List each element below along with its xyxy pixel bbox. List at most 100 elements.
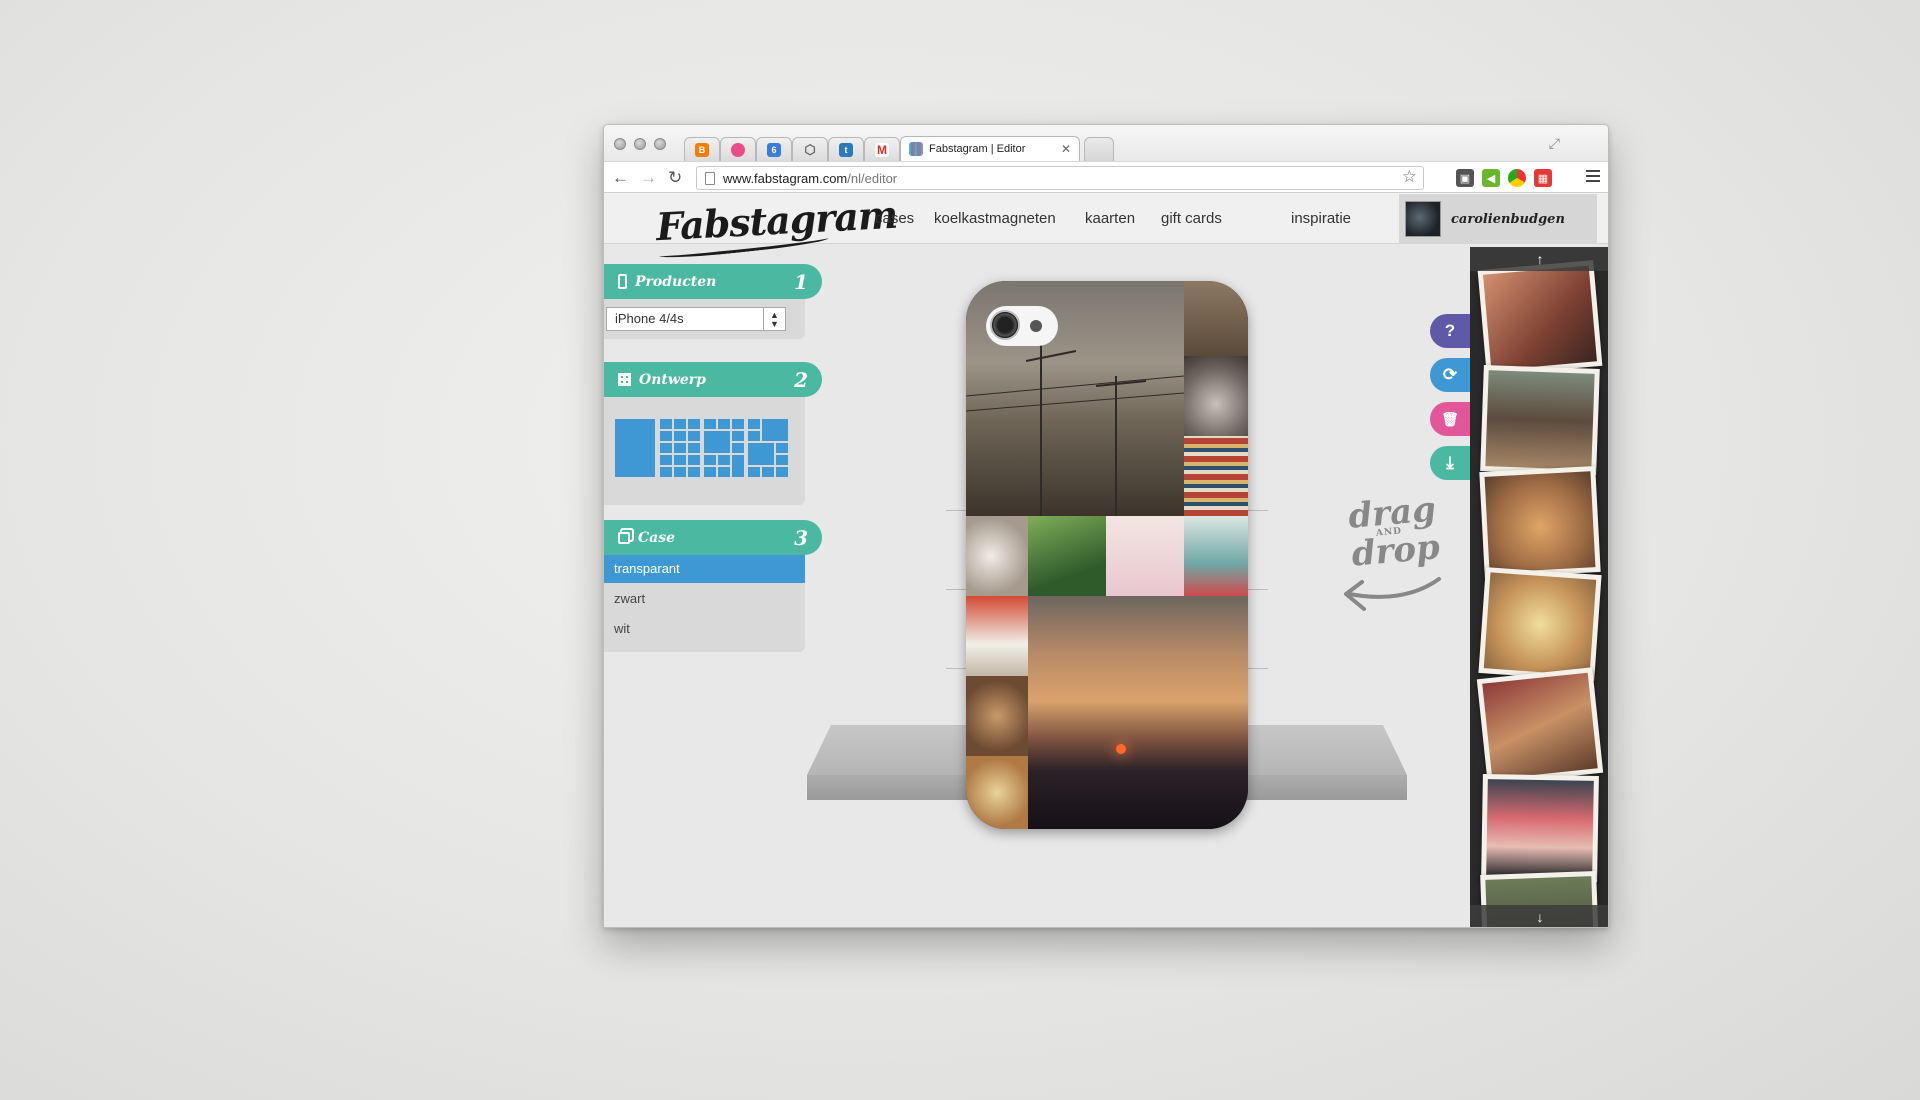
phone-case-preview[interactable] xyxy=(966,281,1248,829)
case-option-transparant[interactable]: transparant xyxy=(604,555,805,583)
case-option-zwart[interactable]: zwart xyxy=(604,585,805,613)
step-label: Ontwerp xyxy=(639,371,706,388)
reload-icon[interactable]: ↻ xyxy=(668,168,682,188)
photo-tile-garden[interactable] xyxy=(1028,516,1106,596)
fullscreen-icon[interactable]: ⤢ xyxy=(1549,135,1560,152)
step-number: 1 xyxy=(794,269,808,294)
twitter-icon: t xyxy=(839,142,853,157)
step-case-header[interactable]: Case 3 xyxy=(604,520,822,555)
user-menu[interactable]: carolienbudgen xyxy=(1399,194,1597,244)
case-icon xyxy=(618,531,630,544)
grid-icon xyxy=(618,373,631,386)
codepen-icon: ⬡ xyxy=(804,141,816,157)
selected-model: iPhone 4/4s xyxy=(615,311,684,326)
blogger-icon: B xyxy=(695,142,709,157)
tab-calendar[interactable]: 6 xyxy=(756,137,792,161)
close-tab-icon[interactable]: ✕ xyxy=(1061,142,1071,156)
phone-icon xyxy=(618,274,627,289)
photo-tile-cat[interactable] xyxy=(966,676,1028,756)
tab-title: Fabstagram | Editor xyxy=(929,143,1026,155)
tab-twitter[interactable]: t xyxy=(828,137,864,161)
step-ontwerp-header[interactable]: Ontwerp 2 xyxy=(604,362,822,397)
url-text: www.fabstagram.com/nl/editor xyxy=(723,170,898,186)
photo-tile-jar[interactable] xyxy=(1184,356,1248,436)
photo-tile-tin[interactable] xyxy=(1184,516,1248,596)
camera-lens-icon xyxy=(990,310,1020,340)
page-icon xyxy=(705,171,715,185)
menu-icon[interactable] xyxy=(1586,170,1600,185)
gmail-icon: M xyxy=(875,142,889,157)
nav-gift-cards[interactable]: gift cards xyxy=(1161,210,1222,227)
zoom-window-button[interactable] xyxy=(654,138,666,150)
bookmark-star-icon[interactable]: ☆ xyxy=(1402,167,1417,187)
tab-codepen[interactable]: ⬡ xyxy=(792,137,828,161)
help-button[interactable]: ? xyxy=(1430,314,1470,348)
photo-tile-sunset[interactable] xyxy=(1028,596,1248,829)
username: carolienbudgen xyxy=(1451,211,1565,227)
step-producten-header[interactable]: Producten 1 xyxy=(604,264,822,299)
photo-tile-breakfast[interactable] xyxy=(966,516,1028,596)
camera-flash-icon xyxy=(1030,320,1042,332)
step-number: 2 xyxy=(794,367,808,392)
tab-gmail[interactable]: M xyxy=(864,137,900,161)
grid-extension-icon[interactable]: ▦ xyxy=(1534,169,1552,187)
photo-tile-card[interactable] xyxy=(1106,516,1184,596)
photo-thumbnail[interactable] xyxy=(1480,365,1600,475)
refresh-button[interactable]: ⟳ xyxy=(1430,358,1470,392)
layout-grid-option[interactable] xyxy=(660,419,700,477)
step-producten-body: iPhone 4/4s ▲ ▼ xyxy=(604,299,805,339)
sound-extension-icon[interactable]: ◀ xyxy=(1482,169,1500,187)
layout-mixed-option[interactable] xyxy=(704,419,744,477)
sun-shape xyxy=(1116,744,1126,754)
photo-thumbnail[interactable] xyxy=(1478,567,1602,681)
avatar xyxy=(1405,201,1441,237)
minimize-window-button[interactable] xyxy=(634,138,646,150)
step-case-body: transparant zwart wit xyxy=(604,555,805,652)
site-header: Fabstagram cases koelkastmagneten kaarte… xyxy=(604,192,1608,261)
layout-collage-option[interactable] xyxy=(748,419,788,477)
select-arrows-icon: ▲ ▼ xyxy=(763,308,785,330)
nav-cases[interactable]: cases xyxy=(875,210,914,227)
product-model-select[interactable]: iPhone 4/4s ▲ ▼ xyxy=(606,307,786,331)
dribbble-icon xyxy=(731,142,745,157)
layout-single-option[interactable] xyxy=(615,419,655,477)
case-option-wit[interactable]: wit xyxy=(604,615,805,643)
close-window-button[interactable] xyxy=(614,138,626,150)
editor-page: Fabstagram cases koelkastmagneten kaarte… xyxy=(604,192,1608,927)
step-ontwerp-body xyxy=(604,397,805,505)
photo-thumbnail[interactable] xyxy=(1479,466,1601,578)
nav-koelkastmagneten[interactable]: koelkastmagneten xyxy=(934,210,1056,227)
photo-thumbnail[interactable] xyxy=(1481,773,1599,883)
photo-thumbnail[interactable] xyxy=(1477,260,1603,376)
forward-icon[interactable]: → xyxy=(640,168,657,188)
save-button[interactable]: ⤓ xyxy=(1430,446,1470,480)
browser-toolbar: ← → ↻ www.fabstagram.com/nl/editor ☆ ▣ ◀… xyxy=(604,161,1608,193)
screenshot-extension-icon[interactable]: ▣ xyxy=(1456,169,1474,187)
curved-arrow-icon xyxy=(1344,577,1441,611)
photo-tile-package[interactable] xyxy=(966,596,1028,676)
nav-kaarten[interactable]: kaarten xyxy=(1085,210,1135,227)
photo-strip[interactable]: ↑ ↓ xyxy=(1470,247,1608,927)
tab-fabstagram-editor[interactable]: Fabstagram | Editor ✕ xyxy=(900,136,1080,161)
camera-cutout xyxy=(986,306,1058,346)
drag-and-drop-hint: drag AND drop xyxy=(1347,489,1442,574)
fabstagram-favicon-icon xyxy=(909,142,923,156)
tab-dribbble[interactable] xyxy=(720,137,756,161)
tab-blogger[interactable]: B xyxy=(684,137,720,161)
new-tab-button[interactable] xyxy=(1084,137,1114,161)
photo-tile-pasta[interactable] xyxy=(966,756,1028,829)
photo-thumbnail[interactable] xyxy=(1476,667,1604,785)
scroll-down-icon[interactable]: ↓ xyxy=(1470,905,1608,927)
step-number: 3 xyxy=(794,525,808,550)
address-bar[interactable]: www.fabstagram.com/nl/editor ☆ xyxy=(696,166,1424,190)
photo-tile-room[interactable] xyxy=(1184,281,1248,356)
step-label: Producten xyxy=(635,273,717,290)
scroll-up-icon[interactable]: ↑ xyxy=(1470,247,1608,271)
step-label: Case xyxy=(638,529,676,546)
color-picker-extension-icon[interactable] xyxy=(1508,169,1526,187)
browser-window: B 6 ⬡ t M Fabstagram | Editor ✕ ⤢ ← → ↻ … xyxy=(603,124,1609,928)
photo-tile-books[interactable] xyxy=(1184,436,1248,516)
nav-inspiratie[interactable]: inspiratie xyxy=(1291,210,1351,227)
trash-button[interactable]: 🗑 xyxy=(1430,402,1470,436)
back-icon[interactable]: ← xyxy=(612,168,629,188)
